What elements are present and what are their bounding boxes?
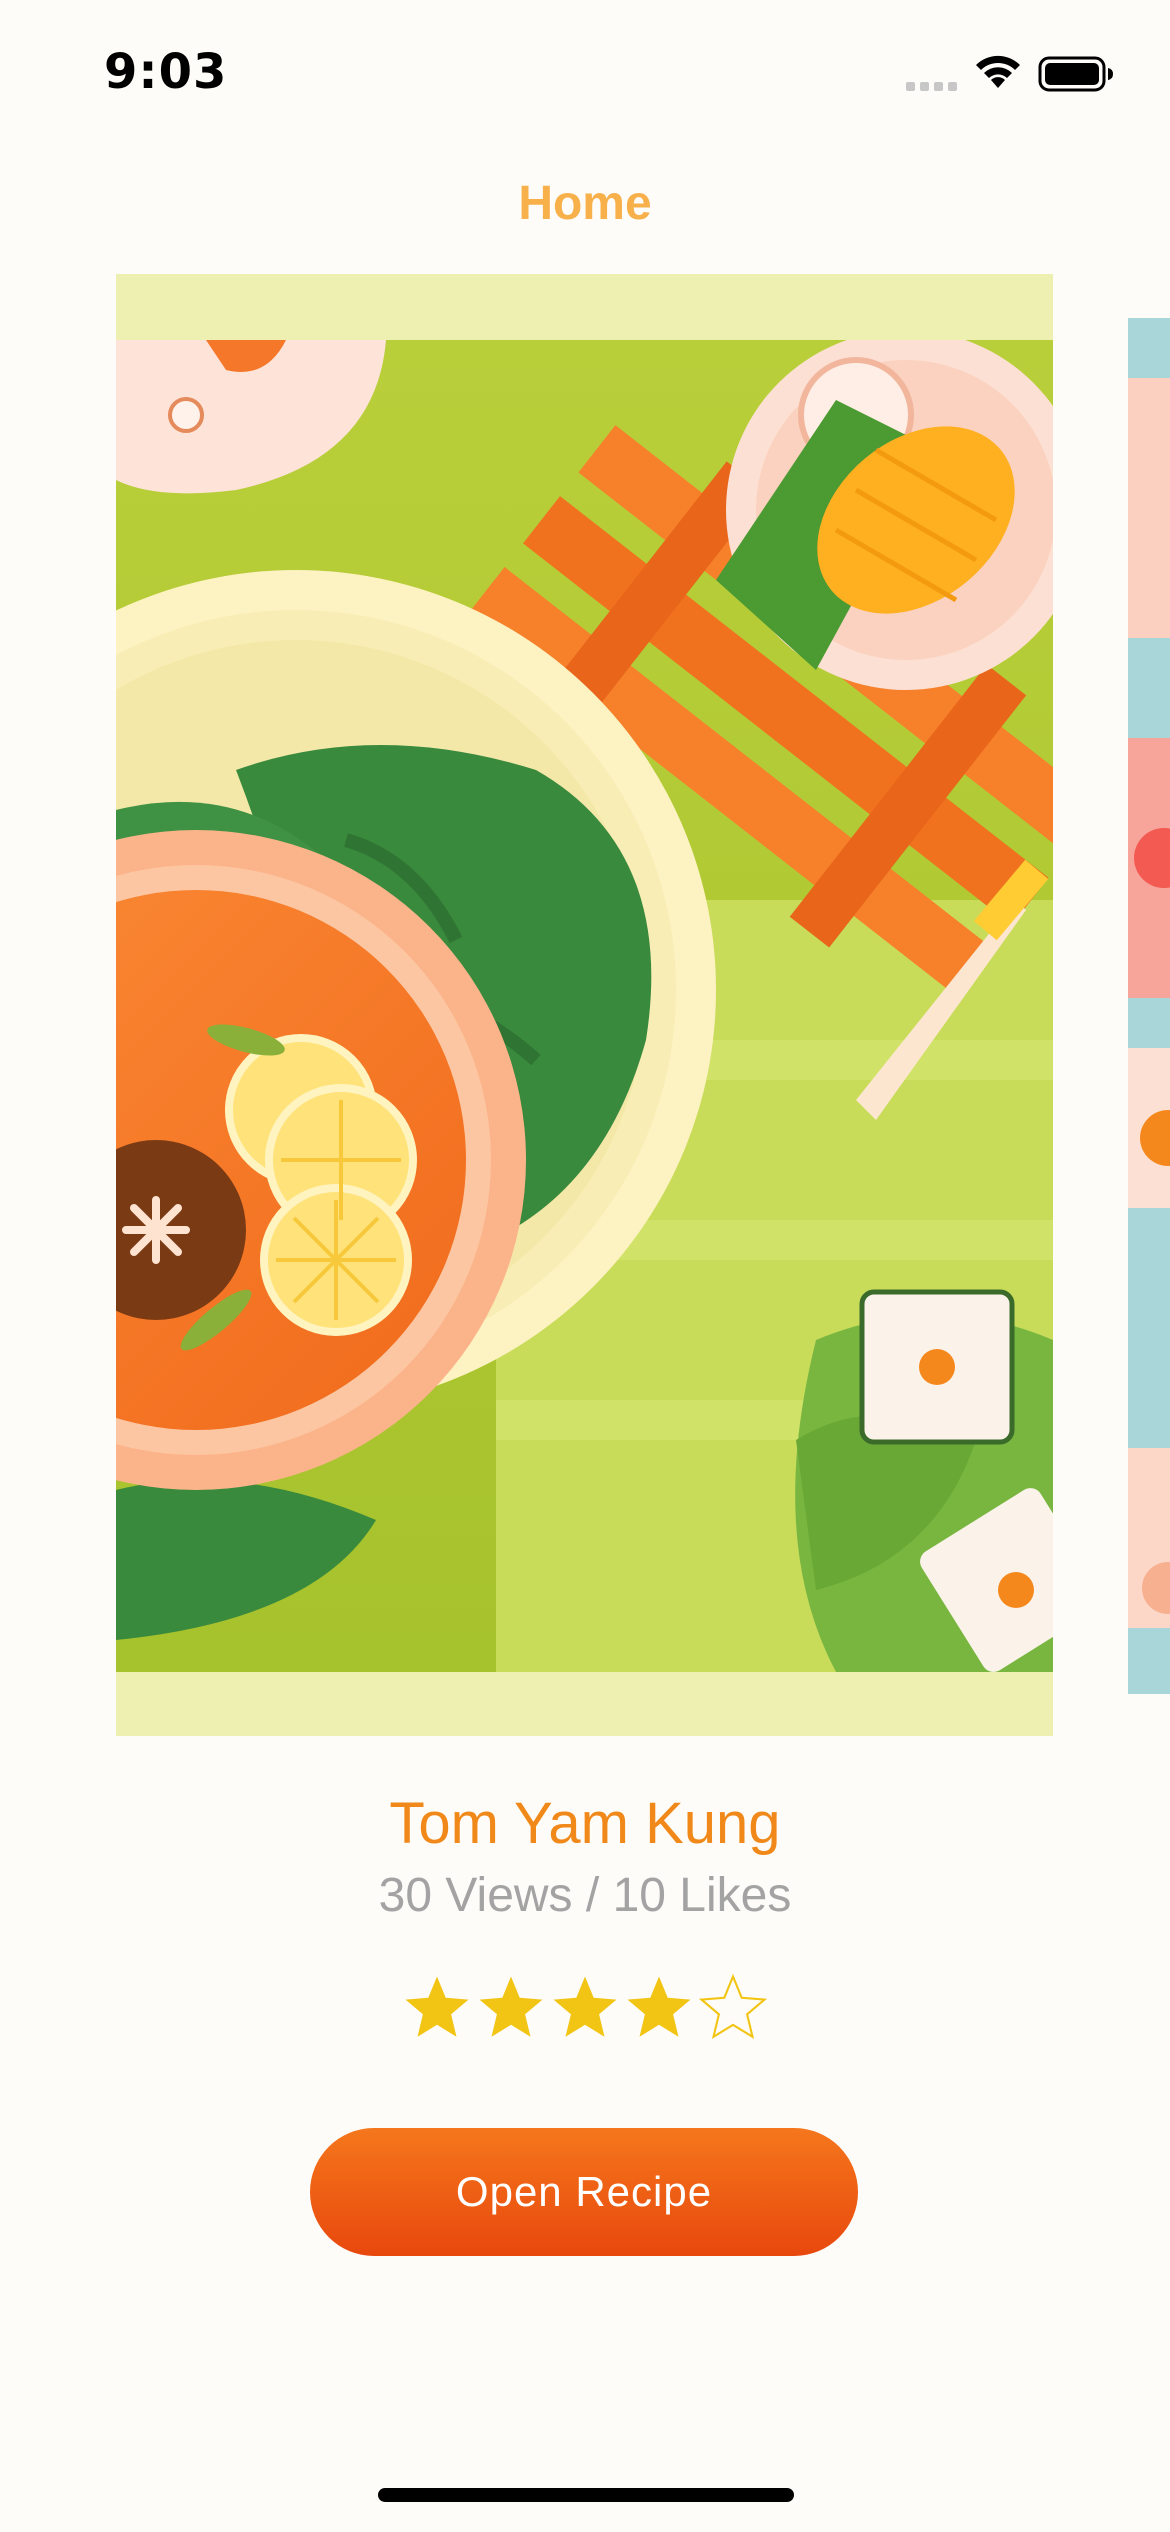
star-empty-icon [698,1973,768,2040]
next-recipe-illustration [1128,318,1170,1694]
home-indicator[interactable] [378,2488,794,2502]
star-filled-icon [479,1976,543,2037]
cellular-signal-icon [906,78,958,99]
recipe-stats: 30 Views / 10 Likes [378,1869,792,1922]
recipe-carousel[interactable] [0,270,1170,1740]
recipe-card-next-preview[interactable] [1128,318,1170,1694]
star-filled-icon [405,1976,469,2037]
battery-icon [1038,56,1114,97]
recipe-card-tom-yam-kung[interactable] [116,274,1053,1736]
star-filled-icon [627,1976,691,2037]
status-time: 9:03 [104,44,228,100]
open-recipe-button[interactable]: Open Recipe [310,2128,858,2256]
page-title: Home [518,177,652,230]
wifi-icon [972,50,1024,95]
tom-yam-kung-illustration [116,340,1053,1672]
recipe-title: Tom Yam Kung [389,1791,781,1856]
status-bar: 9:03 [0,0,1170,140]
star-filled-icon [553,1976,617,2037]
star-rating [0,1972,1170,2044]
